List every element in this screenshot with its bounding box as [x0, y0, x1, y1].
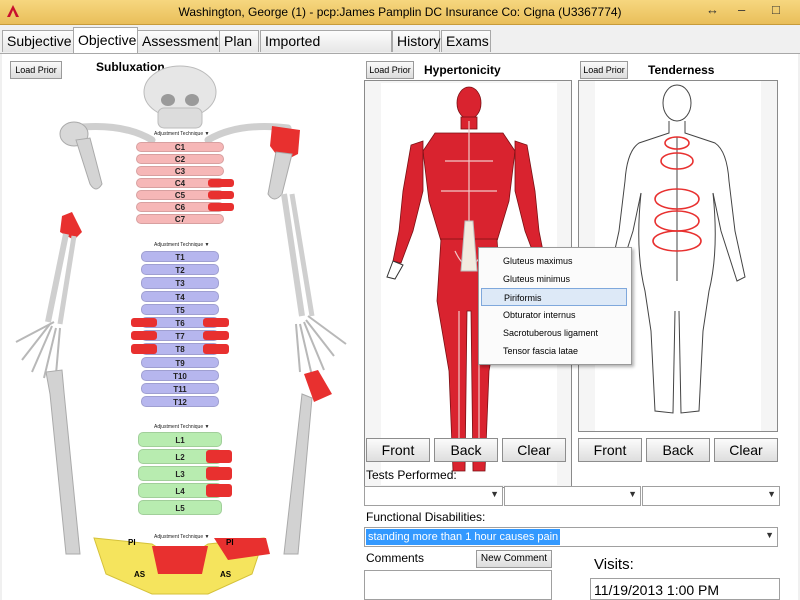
tests-performed-select-2[interactable]: ▼ [504, 486, 641, 506]
vertebra-l5[interactable]: L5 [138, 500, 222, 515]
tab-subjective[interactable]: Subjective [2, 30, 74, 52]
tab-imported-documents[interactable]: Imported Documents [260, 30, 392, 70]
pelvis-left-as[interactable]: AS [134, 570, 145, 579]
tab-objective[interactable]: Objective [73, 27, 138, 53]
tenderness-load-prior-button[interactable]: Load Prior [580, 61, 628, 79]
tab-history[interactable]: History [392, 30, 441, 52]
vertebra-l2-highlight[interactable] [206, 450, 232, 463]
right-hand-icon [295, 315, 347, 377]
vertebra-t5[interactable]: T5 [141, 303, 219, 315]
vertebra-c7[interactable]: C7 [136, 214, 224, 224]
vertebra-t2[interactable]: T2 [141, 264, 219, 276]
hypertonicity-back-button[interactable]: Back [434, 438, 498, 462]
pelvis-left-pi[interactable]: PI [128, 538, 136, 547]
visit-item[interactable]: 11/19/2013 1:00 PM [594, 582, 719, 598]
chevron-down-icon: ▼ [628, 489, 637, 499]
tenderness-clear-button[interactable]: Clear [714, 438, 778, 462]
vertebra-t12[interactable]: T12 [141, 396, 219, 408]
chevron-down-icon: ▼ [765, 530, 774, 540]
vertebra-l1[interactable]: L1 [138, 432, 222, 447]
vertebra-t10[interactable]: T10 [141, 369, 219, 381]
adjustment-technique-cervical[interactable]: Adjustment Technique ▼ [154, 131, 209, 137]
tests-performed-select-3[interactable]: ▼ [642, 486, 780, 506]
left-hand-icon [15, 321, 61, 379]
vertebra-l4-highlight[interactable] [206, 484, 232, 497]
chevron-down-icon: ▼ [490, 489, 499, 499]
functional-disabilities-select[interactable]: standing more than 1 hour causes pain ▼ [364, 527, 778, 547]
visits-list[interactable]: 11/19/2013 1:00 PM [590, 578, 780, 600]
pelvis-right-as[interactable]: AS [220, 570, 231, 579]
vertebra-t4[interactable]: T4 [141, 290, 219, 302]
subluxation-panel: Load Prior Subluxation C1 C2 C3 C4 C5 C6… [2, 54, 359, 600]
vertebra-c6-highlight[interactable] [208, 203, 234, 211]
functional-disabilities-value: standing more than 1 hour causes pain [366, 529, 561, 545]
vertebra-c5-highlight[interactable] [208, 191, 234, 199]
tab-bar: Subjective Objective Assessment Plan Imp… [0, 26, 800, 70]
visits-label: Visits: [594, 556, 634, 573]
window-title: Washington, George (1) - pcp:James Pampl… [178, 5, 622, 19]
title-bar: Washington, George (1) - pcp:James Pampl… [0, 0, 800, 25]
tab-plan[interactable]: Plan [219, 30, 259, 52]
tests-performed-select-1[interactable]: ▼ [364, 486, 503, 506]
tab-assessment[interactable]: Assessment [137, 30, 220, 52]
vertebra-t6-left-highlight[interactable] [131, 318, 157, 328]
vertebra-c4-highlight[interactable] [208, 179, 234, 187]
minimize-button[interactable]: – [738, 2, 745, 17]
vertebra-c1[interactable]: C1 [136, 142, 224, 152]
adjustment-technique-pelvis[interactable]: Adjustment Technique ▼ [154, 534, 209, 540]
vertebra-t9[interactable]: T9 [141, 356, 219, 368]
comments-list[interactable] [364, 570, 552, 600]
hypertonicity-title: Hypertonicity [424, 63, 501, 77]
menu-item-gluteus-minimus[interactable]: Gluteus minimus [481, 270, 627, 288]
adjustment-technique-lumbar[interactable]: Adjustment Technique ▼ [154, 424, 209, 430]
hypertonicity-load-prior-button[interactable]: Load Prior [366, 61, 414, 79]
objective-panel: Load Prior Subluxation C1 C2 C3 C4 C5 C6… [2, 54, 798, 600]
hypertonicity-clear-button[interactable]: Clear [502, 438, 566, 462]
menu-item-tensor-fascia-latae[interactable]: Tensor fascia latae [481, 342, 627, 360]
functional-disabilities-label: Functional Disabilities: [366, 510, 486, 524]
new-comment-button[interactable]: New Comment [476, 550, 552, 568]
tenderness-front-button[interactable]: Front [578, 438, 642, 462]
vertebra-t11[interactable]: T11 [141, 383, 219, 395]
vertebra-t8-left-highlight[interactable] [131, 344, 157, 354]
vertebra-t8-highlight[interactable] [203, 344, 229, 354]
skull-icon [143, 65, 217, 129]
tab-exams[interactable]: Exams [441, 30, 491, 52]
vertebra-t7-left-highlight[interactable] [131, 331, 157, 341]
vertebra-l3-highlight[interactable] [206, 467, 232, 480]
maximize-button[interactable]: □ [772, 2, 780, 17]
tenderness-back-button[interactable]: Back [646, 438, 710, 462]
vertebra-c3[interactable]: C3 [136, 166, 224, 176]
muscle-context-menu: Gluteus maximus Gluteus minimus Piriformis… [478, 247, 632, 365]
menu-item-piriformis[interactable]: Piriformis [481, 288, 627, 306]
vertebra-c2[interactable]: C2 [136, 154, 224, 164]
pelvis-diagram [93, 537, 270, 595]
vertebra-t7-highlight[interactable] [203, 331, 229, 341]
vertebra-t3[interactable]: T3 [141, 277, 219, 289]
menu-item-obturator-internus[interactable]: Obturator internus [481, 306, 627, 324]
adjustment-technique-thoracic[interactable]: Adjustment Technique ▼ [154, 242, 209, 248]
vertebra-t1[interactable]: T1 [141, 251, 219, 263]
tests-performed-label: Tests Performed: [366, 468, 457, 482]
vertebra-t6-highlight[interactable] [203, 318, 229, 328]
tenderness-title: Tenderness [648, 63, 715, 77]
menu-item-sacrotuberous-ligament[interactable]: Sacrotuberous ligament [481, 324, 627, 342]
resize-icon[interactable]: ↔ [706, 2, 719, 17]
pelvis-right-pi[interactable]: PI [226, 538, 234, 547]
hypertonicity-front-button[interactable]: Front [366, 438, 430, 462]
menu-item-gluteus-maximus[interactable]: Gluteus maximus [481, 252, 627, 270]
chevron-down-icon: ▼ [767, 489, 776, 499]
comments-label: Comments [366, 551, 425, 565]
